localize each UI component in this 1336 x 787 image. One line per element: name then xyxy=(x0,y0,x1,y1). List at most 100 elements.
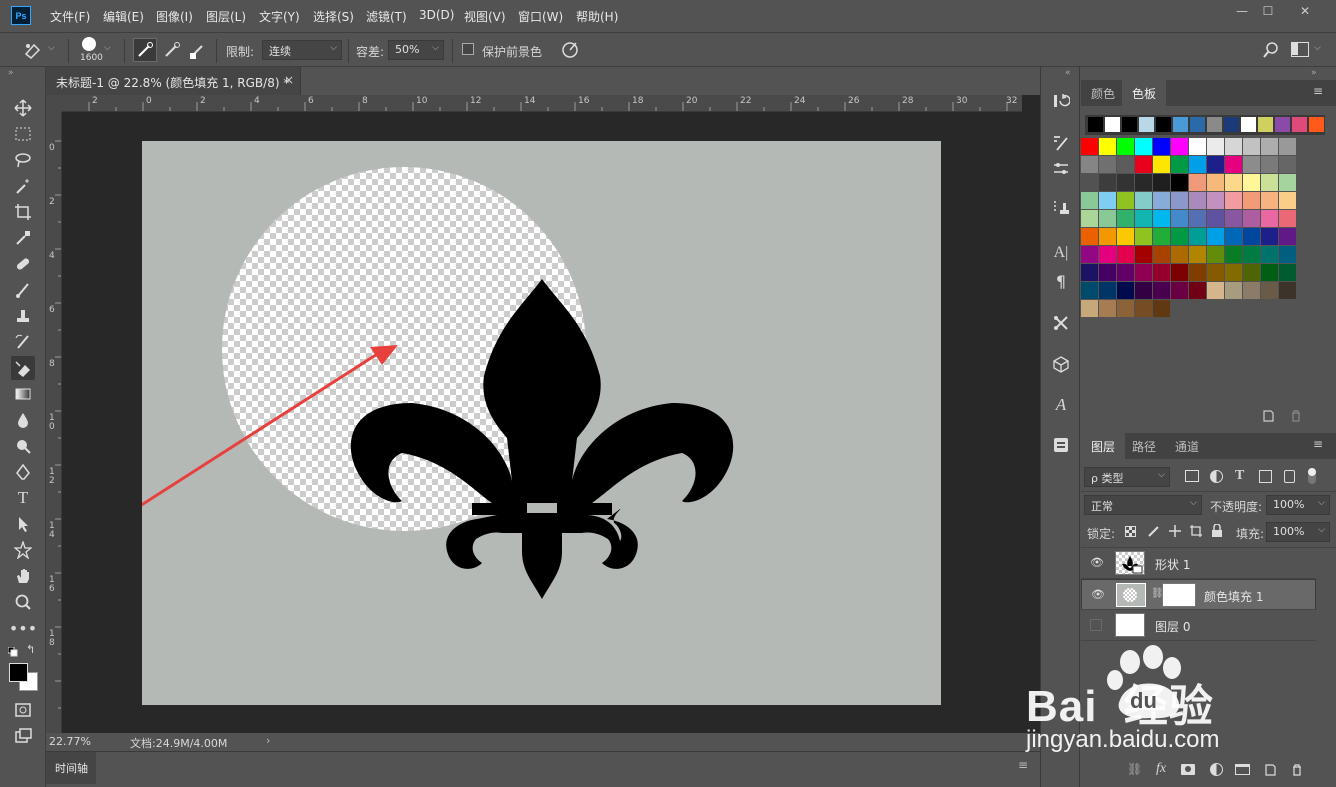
color-swatch[interactable] xyxy=(1243,282,1260,299)
horizontal-ruler[interactable]: 2 0 2 4 6 8 10 12 14 16 18 20 22 24 26 2… xyxy=(62,95,1022,112)
color-swatch[interactable] xyxy=(1153,264,1170,281)
recent-swatch[interactable] xyxy=(1258,117,1273,132)
color-swatch[interactable] xyxy=(1189,246,1206,263)
delete-layer-icon[interactable] xyxy=(1290,763,1304,777)
menu-edit[interactable]: 编辑(E) xyxy=(103,8,144,25)
layer-row[interactable]: 👁 ⛓ 颜色填充 1 xyxy=(1081,579,1316,610)
color-swatch[interactable] xyxy=(1279,228,1296,245)
workspace-icon[interactable] xyxy=(1291,42,1309,57)
swap-colors-icon[interactable]: ↰ xyxy=(26,643,35,656)
color-swatch[interactable] xyxy=(1081,228,1098,245)
filter-adjustment-icon[interactable] xyxy=(1210,470,1223,483)
layer-mask-thumbnail[interactable] xyxy=(1162,583,1196,607)
color-swatch[interactable] xyxy=(1279,138,1296,155)
color-swatch[interactable] xyxy=(1279,210,1296,227)
recent-swatch[interactable] xyxy=(1224,117,1239,132)
collapse-icon[interactable]: « xyxy=(1065,68,1071,78)
menu-layer[interactable]: 图层(L) xyxy=(206,8,246,25)
vertical-ruler[interactable]: 0 2 4 6 8 10 12 14 16 18 xyxy=(46,112,62,733)
filter-toggle[interactable] xyxy=(1308,468,1316,484)
color-swatch[interactable] xyxy=(1279,156,1296,173)
color-swatch[interactable] xyxy=(1117,246,1134,263)
filter-shape-icon[interactable] xyxy=(1259,470,1272,483)
3d-panel-icon[interactable] xyxy=(1049,352,1073,376)
fill-input[interactable]: 100% ⌵ xyxy=(1266,522,1330,542)
color-swatch[interactable] xyxy=(1117,138,1134,155)
background-eraser-tool-icon[interactable] xyxy=(11,356,35,380)
close-window-button[interactable]: ✕ xyxy=(1295,4,1315,20)
adjustments-icon[interactable] xyxy=(1049,157,1073,181)
color-swatch[interactable] xyxy=(1243,174,1260,191)
layer-row[interactable]: 👁 形状 1 xyxy=(1081,548,1316,579)
color-swatch[interactable] xyxy=(1207,174,1224,191)
color-swatch[interactable] xyxy=(1261,282,1278,299)
color-swatch[interactable] xyxy=(1099,192,1116,209)
color-swatch[interactable] xyxy=(1081,138,1098,155)
color-swatch[interactable] xyxy=(1261,156,1278,173)
type-tool-icon[interactable]: T xyxy=(11,486,35,510)
magic-wand-tool-icon[interactable] xyxy=(11,174,35,198)
tab-paths[interactable]: 路径 xyxy=(1122,433,1166,459)
timeline-tab[interactable]: 时间轴 xyxy=(55,760,88,776)
color-swatch[interactable] xyxy=(1153,138,1170,155)
document-tab[interactable]: 未标题-1 @ 22.8% (颜色填充 1, RGB/8) * × xyxy=(46,67,301,95)
protect-foreground-checkbox[interactable] xyxy=(462,43,474,55)
eyedropper-tool-icon[interactable] xyxy=(11,226,35,250)
visibility-eye-icon[interactable]: 👁 xyxy=(1090,556,1104,569)
visibility-eye-icon[interactable]: 👁 xyxy=(1091,588,1105,601)
zoom-tool-icon[interactable] xyxy=(11,590,35,614)
recent-swatch[interactable] xyxy=(1173,117,1188,132)
quick-mask-icon[interactable] xyxy=(11,698,35,722)
color-swatch[interactable] xyxy=(1153,192,1170,209)
recent-swatch[interactable] xyxy=(1122,117,1137,132)
dodge-tool-icon[interactable] xyxy=(11,434,35,458)
color-swatch[interactable] xyxy=(1153,246,1170,263)
color-swatch[interactable] xyxy=(1261,264,1278,281)
crop-tool-icon[interactable] xyxy=(11,200,35,224)
lock-all-icon[interactable] xyxy=(1211,523,1223,538)
limit-select[interactable]: 连续 ⌵ xyxy=(262,40,342,60)
menu-window[interactable]: 窗口(W) xyxy=(518,8,563,25)
color-swatch[interactable] xyxy=(1171,156,1188,173)
ruler-origin[interactable] xyxy=(46,95,62,112)
menu-select[interactable]: 选择(S) xyxy=(313,8,354,25)
color-swatch[interactable] xyxy=(1225,228,1242,245)
color-swatch[interactable] xyxy=(1135,246,1152,263)
color-swatch[interactable] xyxy=(1099,282,1116,299)
color-swatch[interactable] xyxy=(1225,138,1242,155)
tool-presets-icon[interactable] xyxy=(1049,311,1073,335)
color-swatch[interactable] xyxy=(1099,156,1116,173)
pen-tool-icon[interactable] xyxy=(11,460,35,484)
color-swatch[interactable] xyxy=(1207,138,1224,155)
color-swatch[interactable] xyxy=(1081,192,1098,209)
color-swatch[interactable] xyxy=(1135,228,1152,245)
tab-layers[interactable]: 图层 xyxy=(1081,433,1126,459)
filter-smart-object-icon[interactable] xyxy=(1284,470,1295,483)
recent-swatch[interactable] xyxy=(1207,117,1222,132)
path-selection-tool-icon[interactable] xyxy=(11,512,35,536)
sampling-background-icon[interactable] xyxy=(188,39,208,61)
menu-3d[interactable]: 3D(D) xyxy=(419,8,454,22)
layer-filter-select[interactable]: ρ 类型 ⌵ xyxy=(1084,467,1170,487)
brush-tool-icon[interactable] xyxy=(11,278,35,302)
color-swatch[interactable] xyxy=(1261,192,1278,209)
color-swatch[interactable] xyxy=(1189,228,1206,245)
sampling-once-icon[interactable] xyxy=(162,39,182,61)
new-layer-icon[interactable] xyxy=(1263,763,1277,777)
color-swatch[interactable] xyxy=(1189,210,1206,227)
color-swatch[interactable] xyxy=(1189,138,1206,155)
color-swatch[interactable] xyxy=(1135,192,1152,209)
color-swatch[interactable] xyxy=(1189,156,1206,173)
lasso-tool-icon[interactable] xyxy=(11,148,35,172)
color-swatch[interactable] xyxy=(1099,210,1116,227)
color-swatch[interactable] xyxy=(1261,246,1278,263)
default-colors-icon[interactable] xyxy=(7,646,18,657)
lock-position-icon[interactable] xyxy=(1168,524,1182,538)
panel-menu-icon[interactable]: ≡ xyxy=(1313,84,1323,98)
color-swatch[interactable] xyxy=(1243,138,1260,155)
maximize-button[interactable]: ☐ xyxy=(1258,4,1278,20)
color-swatch[interactable] xyxy=(1279,282,1296,299)
color-swatch[interactable] xyxy=(1243,264,1260,281)
menu-image[interactable]: 图像(I) xyxy=(156,8,193,25)
marquee-tool-icon[interactable] xyxy=(11,122,35,146)
